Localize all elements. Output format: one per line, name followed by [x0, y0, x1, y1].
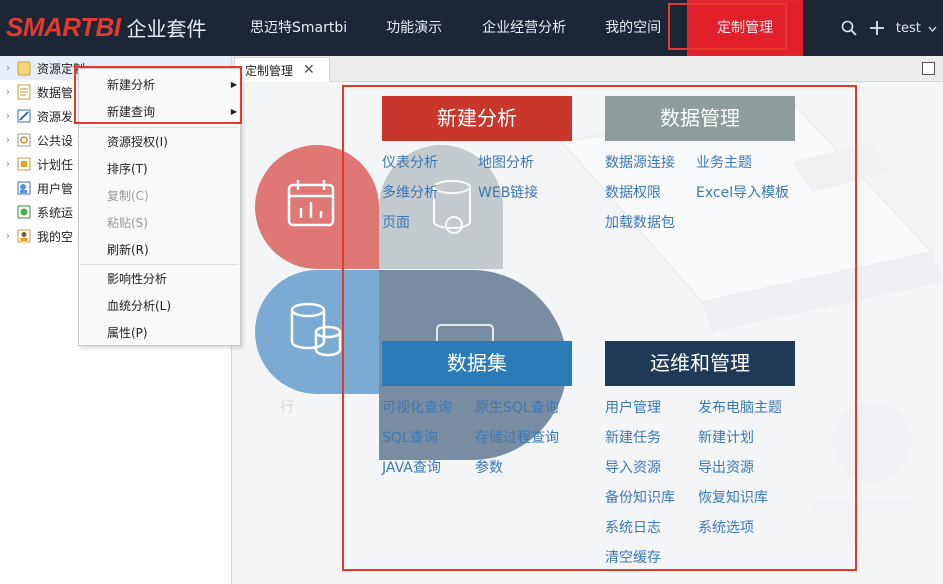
link-clear-cache[interactable]: 清空缓存 [605, 547, 661, 567]
link-publish-desktop-theme[interactable]: 发布电脑主题 [698, 397, 782, 417]
maximize-icon[interactable] [922, 62, 935, 75]
link-import-resource[interactable]: 导入资源 [605, 457, 661, 477]
link-business-theme[interactable]: 业务主题 [696, 152, 752, 172]
section-title-new-analysis[interactable]: 新建分析 [382, 96, 572, 141]
logo-product: 企业套件 [126, 16, 207, 41]
link-new-schedule[interactable]: 新建计划 [698, 427, 754, 447]
tree-item-label: 我的空 [37, 229, 74, 244]
main-nav: 思迈特Smartbi 功能演示 企业经营分析 我的空间 定制管理 [232, 0, 804, 56]
tab-custom-management[interactable]: 定制管理 ✕ [234, 57, 330, 82]
link-load-data-package[interactable]: 加载数据包 [605, 212, 675, 232]
link-dashboard-analysis[interactable]: 仪表分析 [382, 152, 438, 172]
menu-item-new-query[interactable]: 新建查询 ▶ [79, 100, 240, 124]
link-data-permission[interactable]: 数据权限 [605, 182, 661, 202]
link-web-link[interactable]: WEB链接 [478, 182, 538, 202]
plus-icon[interactable] [868, 19, 886, 37]
link-sql-query[interactable]: SQL查询 [382, 427, 438, 447]
username: test [895, 20, 921, 36]
settings-icon [16, 132, 32, 148]
link-user-management[interactable]: 用户管理 [605, 397, 661, 417]
chevron-right-icon[interactable]: › [0, 135, 16, 146]
tab-bar: 定制管理 ✕ [232, 56, 943, 82]
system-icon [16, 204, 32, 220]
context-menu: 新建分析 ▶ 新建查询 ▶ 资源授权(I) 排序(T) 复制(C) 粘贴(S) 刷新… [78, 68, 241, 346]
chevron-right-icon[interactable]: › [0, 87, 16, 98]
nav-item-demo[interactable]: 功能演示 [365, 0, 463, 56]
menu-item-label: 新建查询 [107, 105, 156, 119]
tree-item-label: 系统运 [37, 205, 74, 220]
menu-item-resource-authorization[interactable]: 资源授权(I) [79, 130, 240, 154]
data-icon [16, 84, 32, 100]
link-map-analysis[interactable]: 地图分析 [478, 152, 534, 172]
link-restore-repository[interactable]: 恢复知识库 [698, 487, 768, 507]
submenu-arrow-icon: ▶ [230, 107, 237, 116]
chevron-down-icon [928, 26, 937, 32]
nav-item-smartbi[interactable]: 思迈特Smartbi [232, 0, 365, 56]
main-content: 行 新建分析 仪表分析 地图分析 多维分析 WEB链接 页面 数据管理 数据源连… [232, 82, 943, 584]
link-olap-analysis[interactable]: 多维分析 [382, 182, 438, 202]
submenu-arrow-icon: ▶ [230, 80, 237, 89]
menu-item-new-analysis[interactable]: 新建分析 ▶ [79, 73, 240, 97]
chevron-right-icon[interactable]: › [0, 231, 16, 242]
logo[interactable]: SMARTBI 企业套件 [6, 10, 206, 44]
folder-icon [16, 60, 32, 76]
link-system-options[interactable]: 系统选项 [698, 517, 754, 537]
tab-label: 定制管理 [245, 63, 294, 78]
schedule-icon [16, 156, 32, 172]
menu-item-lineage-analysis[interactable]: 血统分析(L) [79, 294, 240, 318]
nav-item-my-space[interactable]: 我的空间 [585, 0, 681, 56]
user-space-icon [16, 228, 32, 244]
chevron-right-icon[interactable]: › [0, 63, 16, 74]
nav-item-custom-management[interactable]: 定制管理 [687, 0, 804, 56]
menu-item-refresh[interactable]: 刷新(R) [79, 238, 240, 262]
link-datasource-connection[interactable]: 数据源连接 [605, 152, 675, 172]
menu-separator [81, 127, 238, 128]
link-export-resource[interactable]: 导出资源 [698, 457, 754, 477]
logo-brand: SMARTBI [6, 11, 121, 42]
nav-item-business-analysis[interactable]: 企业经营分析 [463, 0, 585, 56]
menu-item-paste[interactable]: 粘贴(S) [79, 211, 240, 235]
tree-item-label: 公共设 [37, 133, 74, 148]
section-title-ops[interactable]: 运维和管理 [605, 341, 795, 386]
publish-icon [16, 108, 32, 124]
menu-item-properties[interactable]: 属性(P) [79, 321, 240, 345]
link-native-sql-query[interactable]: 原生SQL查询 [475, 397, 559, 417]
link-parameter[interactable]: 参数 [475, 457, 503, 477]
menu-item-copy[interactable]: 复制(C) [79, 184, 240, 208]
chevron-right-icon[interactable]: › [0, 159, 16, 170]
tree-item-label: 资源发 [37, 109, 74, 124]
user-menu[interactable]: test [896, 21, 937, 36]
link-java-query[interactable]: JAVA查询 [382, 457, 441, 477]
menu-item-label: 新建分析 [107, 78, 156, 92]
background-text: 行 [280, 400, 294, 416]
section-title-dataset[interactable]: 数据集 [382, 341, 572, 386]
link-system-log[interactable]: 系统日志 [605, 517, 661, 537]
search-icon[interactable] [840, 19, 858, 37]
users-icon [16, 180, 32, 196]
tree-item-label: 计划任 [37, 157, 74, 172]
section-title-data-management[interactable]: 数据管理 [605, 96, 795, 141]
link-excel-import-template[interactable]: Excel导入模板 [696, 182, 789, 202]
link-page[interactable]: 页面 [382, 212, 410, 232]
top-navigation-bar: SMARTBI 企业套件 思迈特Smartbi 功能演示 企业经营分析 我的空间… [0, 0, 943, 56]
tree-item-label: 用户管 [37, 181, 74, 196]
menu-item-sort[interactable]: 排序(T) [79, 157, 240, 181]
top-right-tools: test [840, 0, 937, 56]
link-new-task[interactable]: 新建任务 [605, 427, 661, 447]
menu-separator [81, 264, 238, 265]
link-visual-query[interactable]: 可视化查询 [382, 397, 452, 417]
chevron-right-icon[interactable]: › [0, 111, 16, 122]
close-icon[interactable]: ✕ [303, 62, 315, 78]
link-stored-procedure-query[interactable]: 存储过程查询 [475, 427, 559, 447]
menu-item-impact-analysis[interactable]: 影响性分析 [79, 267, 240, 291]
tree-item-label: 数据管 [37, 85, 74, 100]
link-backup-repository[interactable]: 备份知识库 [605, 487, 675, 507]
